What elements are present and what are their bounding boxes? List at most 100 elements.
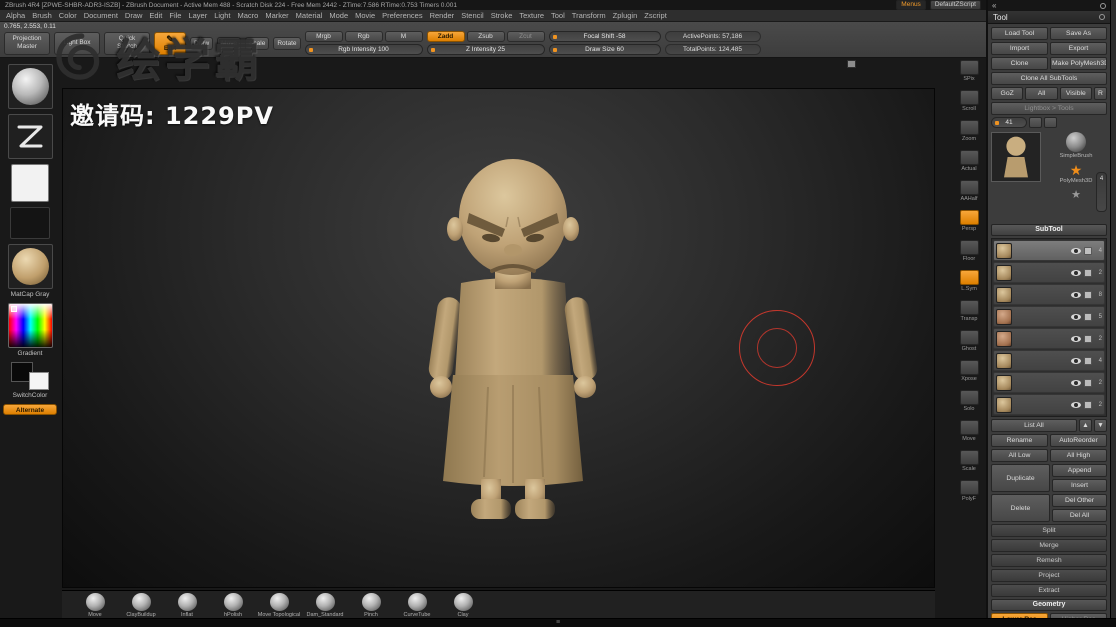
project-section-button[interactable]: Project bbox=[991, 569, 1107, 582]
light-box-button[interactable]: Light Box bbox=[54, 31, 100, 55]
quick-pick-brush[interactable]: Pinch bbox=[348, 591, 394, 618]
quick-pick-brush[interactable]: hPolish bbox=[210, 591, 256, 618]
eye-icon[interactable] bbox=[1071, 335, 1081, 342]
paint-toggle-icon[interactable] bbox=[1084, 400, 1092, 409]
collapse-tray-icon[interactable]: « bbox=[992, 1, 996, 10]
move-button[interactable]: Move bbox=[217, 36, 242, 50]
clone-button[interactable]: Clone bbox=[991, 57, 1048, 70]
shelf-toggle[interactable]: Scale bbox=[959, 450, 979, 472]
move-up-button[interactable]: ▲ bbox=[1079, 419, 1092, 432]
z-intensity-slider[interactable]: Z Intensity 25 bbox=[426, 44, 545, 55]
gradient-label[interactable]: Gradient bbox=[18, 350, 43, 357]
eye-icon[interactable] bbox=[1071, 401, 1081, 408]
menu-item[interactable]: Light bbox=[214, 11, 230, 20]
clone-all-subtools-button[interactable]: Clone All SubTools bbox=[991, 72, 1107, 85]
rgb-button[interactable]: Rgb bbox=[344, 31, 383, 42]
menu-item[interactable]: Zplugin bbox=[613, 11, 638, 20]
save-as-button[interactable]: Save As bbox=[1050, 27, 1107, 40]
menu-item[interactable]: Zscript bbox=[644, 11, 667, 20]
paint-toggle-icon[interactable] bbox=[1084, 378, 1092, 387]
quick-pick-brush[interactable]: CurveTube bbox=[394, 591, 440, 618]
eye-icon[interactable] bbox=[1071, 313, 1081, 320]
menu-item[interactable]: Draw bbox=[125, 11, 143, 20]
current-tool-thumbnail[interactable] bbox=[991, 132, 1041, 182]
projection-master-button[interactable]: Projection Master bbox=[4, 31, 50, 55]
merge-section-button[interactable]: Merge bbox=[991, 539, 1107, 552]
menu-item[interactable]: Layer bbox=[188, 11, 207, 20]
menu-item[interactable]: Texture bbox=[519, 11, 544, 20]
paint-toggle-icon[interactable] bbox=[1084, 246, 1092, 255]
menu-item[interactable]: Material bbox=[296, 11, 323, 20]
menu-item[interactable]: Alpha bbox=[6, 11, 25, 20]
panel-mini-button-left[interactable] bbox=[1029, 117, 1042, 128]
menu-item[interactable]: Marker bbox=[265, 11, 288, 20]
del-all-button[interactable]: Del All bbox=[1052, 509, 1107, 522]
subtool-row[interactable]: 4 bbox=[993, 240, 1105, 261]
subtool-row[interactable]: 5 bbox=[993, 306, 1105, 327]
simplebrush-item[interactable]: SimpleBrush bbox=[1045, 132, 1107, 159]
quick-pick-brush[interactable]: Clay bbox=[440, 591, 486, 618]
zsub-button[interactable]: Zsub bbox=[466, 31, 505, 42]
subtool-row[interactable]: 8 bbox=[993, 284, 1105, 305]
shelf-toggle[interactable]: Actual bbox=[959, 150, 979, 172]
shelf-toggle[interactable]: Solo bbox=[959, 390, 979, 412]
color-picker[interactable] bbox=[7, 303, 53, 348]
menu-item[interactable]: Movie bbox=[355, 11, 375, 20]
import-button[interactable]: Import bbox=[991, 42, 1048, 55]
menu-item[interactable]: Stencil bbox=[461, 11, 484, 20]
zcut-button[interactable]: Zcut bbox=[506, 31, 545, 42]
stroke-picker[interactable] bbox=[7, 114, 53, 159]
subtool-section-header[interactable]: SubTool bbox=[991, 224, 1107, 236]
tool-palette-header[interactable]: Tool bbox=[988, 11, 1110, 24]
focal-shift-slider[interactable]: Focal Shift -58 bbox=[548, 31, 661, 42]
m-button[interactable]: M bbox=[384, 31, 423, 42]
current-brush-thumbnail[interactable] bbox=[7, 64, 53, 109]
menu-item[interactable]: Brush bbox=[32, 11, 52, 20]
subtool-row[interactable]: 2 bbox=[993, 394, 1105, 415]
paint-toggle-icon[interactable] bbox=[1084, 290, 1092, 299]
scale-button[interactable]: Scale bbox=[245, 36, 270, 50]
quick-pick-brush[interactable]: Move Topological bbox=[256, 591, 302, 618]
shelf-toggle[interactable]: L.Sym bbox=[959, 270, 979, 292]
document-resize-handle[interactable] bbox=[847, 60, 856, 68]
quick-pick-brush[interactable]: Inflat bbox=[164, 591, 210, 618]
material-picker[interactable] bbox=[7, 244, 53, 289]
shelf-toggle[interactable]: AAHalf bbox=[959, 180, 979, 202]
pin-icon[interactable] bbox=[1099, 14, 1105, 20]
secondary-color-swatch[interactable] bbox=[29, 372, 49, 390]
list-all-button[interactable]: List All bbox=[991, 419, 1077, 432]
edit-button[interactable]: ✎ Edit bbox=[154, 31, 186, 55]
mrgb-button[interactable]: Mrgb bbox=[304, 31, 343, 42]
rgb-intensity-slider[interactable]: Rgb Intensity 100 bbox=[304, 44, 423, 55]
menu-item[interactable]: Color bbox=[59, 11, 77, 20]
quick-pick-brush[interactable]: Move bbox=[72, 591, 118, 618]
extract-section-button[interactable]: Extract bbox=[991, 584, 1107, 597]
subtool-row[interactable]: 2 bbox=[993, 372, 1105, 393]
shelf-toggle[interactable]: PolyF bbox=[959, 480, 979, 502]
menu-item[interactable]: Stroke bbox=[491, 11, 513, 20]
paint-toggle-icon[interactable] bbox=[1084, 356, 1092, 365]
shelf-toggle[interactable]: Xpose bbox=[959, 360, 979, 382]
menu-item[interactable]: Transform bbox=[572, 11, 606, 20]
eye-icon[interactable] bbox=[1071, 379, 1081, 386]
paint-toggle-icon[interactable] bbox=[1084, 334, 1092, 343]
remesh-section-button[interactable]: Remesh bbox=[991, 554, 1107, 567]
quick-pick-size-slider[interactable]: 41 bbox=[991, 117, 1027, 128]
draw-size-slider[interactable]: Draw Size 60 bbox=[548, 44, 661, 55]
preview-mini-slider[interactable]: 4 bbox=[1096, 172, 1107, 212]
append-button[interactable]: Append bbox=[1052, 464, 1107, 477]
shelf-toggle[interactable]: SPix bbox=[959, 60, 979, 82]
menu-item[interactable]: Tool bbox=[551, 11, 565, 20]
autoreorder-button[interactable]: AutoReorder bbox=[1050, 434, 1107, 447]
shelf-toggle[interactable]: Floor bbox=[959, 240, 979, 262]
texture-picker[interactable] bbox=[10, 207, 50, 239]
quick-sketch-button[interactable]: Quick Sketch bbox=[104, 31, 150, 55]
panel-mini-button-right[interactable] bbox=[1044, 117, 1057, 128]
switch-color-label[interactable]: SwitchColor bbox=[13, 392, 48, 399]
geometry-section-header[interactable]: Geometry bbox=[991, 599, 1107, 611]
shelf-toggle[interactable]: Move bbox=[959, 420, 979, 442]
paint-toggle-icon[interactable] bbox=[1084, 312, 1092, 321]
goz-all-button[interactable]: All bbox=[1025, 87, 1058, 100]
rotate-button[interactable]: Rotate bbox=[273, 36, 301, 50]
menu-item[interactable]: Edit bbox=[149, 11, 162, 20]
